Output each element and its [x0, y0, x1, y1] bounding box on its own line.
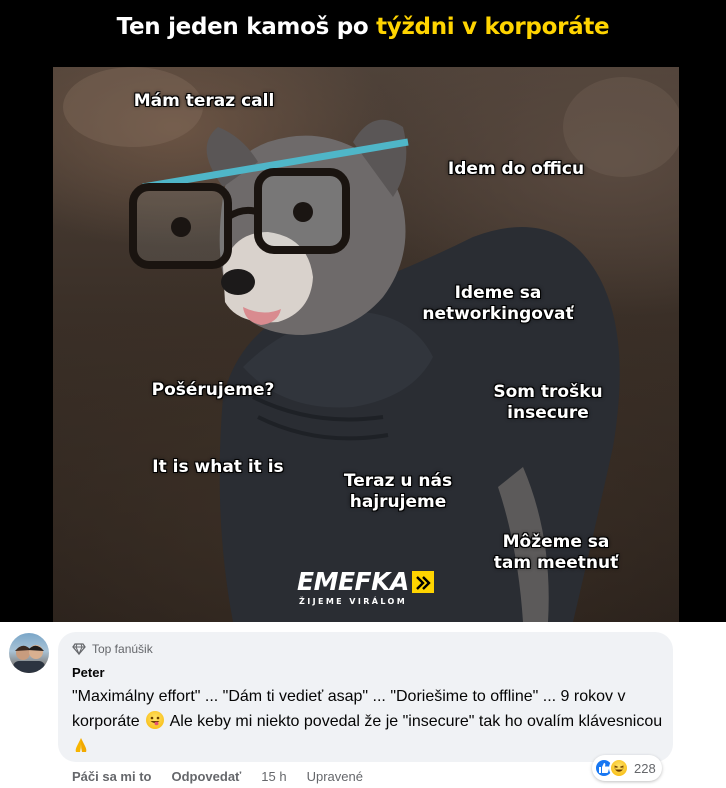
avatar[interactable]: [9, 633, 49, 673]
top-fan-badge[interactable]: Top fanúšik: [72, 642, 153, 656]
caption-3: Ideme sa networkingovať: [403, 283, 593, 325]
meme-title-text: Ten jeden kamoš po: [116, 14, 377, 40]
reaction-count: 228: [634, 760, 656, 776]
caption-8: Môžeme sa tam meetnuť: [471, 532, 641, 574]
grinning-tongue-emoji-icon: [146, 711, 165, 729]
caption-3-line2: networkingovať: [422, 304, 574, 324]
haha-icon: [609, 758, 629, 778]
meme-image[interactable]: Ten jeden kamoš po týždni v korporáte Má…: [0, 0, 726, 622]
comment-bubble: Top fanúšik Peter "Maximálny effort" ...…: [58, 632, 673, 762]
caption-3-line1: Ideme sa: [454, 283, 542, 303]
caption-7: Teraz u nás hajrujeme: [323, 471, 473, 513]
reaction-summary[interactable]: 228: [592, 755, 662, 781]
emefka-logo: EMEFKA ŽIJEME VIRÁLOM: [297, 567, 439, 606]
meme-title-highlight: týždni v korporáte: [376, 14, 610, 40]
caption-8-line1: Môžeme sa: [502, 532, 610, 552]
caption-7-line2: hajrujeme: [349, 492, 447, 512]
caption-2: Idem do officu: [447, 159, 585, 179]
caption-4: Pošérujeme?: [151, 380, 275, 400]
comment-author[interactable]: Peter: [72, 665, 105, 680]
logo-tagline: ŽIJEME VIRÁLOM: [299, 597, 408, 606]
logo-text: EMEFKA: [297, 567, 409, 596]
like-button[interactable]: Páči sa mi to: [72, 769, 151, 784]
caption-1: Mám teraz call: [133, 91, 275, 111]
caption-5-line2: insecure: [507, 403, 589, 423]
caption-6: It is what it is: [152, 457, 284, 477]
edited-label[interactable]: Upravené: [307, 769, 363, 784]
caption-5: Som trošku insecure: [468, 382, 628, 424]
caption-5-line1: Som trošku: [493, 382, 603, 402]
caption-7-line1: Teraz u nás: [343, 471, 453, 491]
meme-title: Ten jeden kamoš po týždni v korporáte: [0, 14, 726, 40]
dog-photo: Mám teraz call Idem do officu Ideme sa n…: [53, 67, 679, 622]
comment-timestamp[interactable]: 15 h: [261, 769, 286, 784]
diamond-icon: [72, 643, 86, 656]
caption-8-line2: tam meetnuť: [493, 553, 619, 573]
logo-mark-icon: [411, 570, 434, 593]
comment-text: "Maximálny effort" ... "Dám ti vedieť as…: [72, 684, 667, 762]
folded-hands-emoji-icon: [72, 736, 90, 762]
comment-actions: Páči sa mi to Odpovedať 15 h Upravené: [72, 769, 383, 784]
comment-text-part2: Ale keby mi niekto povedal že je "insecu…: [166, 713, 663, 730]
reply-button[interactable]: Odpovedať: [171, 769, 241, 784]
badge-label: Top fanúšik: [92, 642, 153, 656]
